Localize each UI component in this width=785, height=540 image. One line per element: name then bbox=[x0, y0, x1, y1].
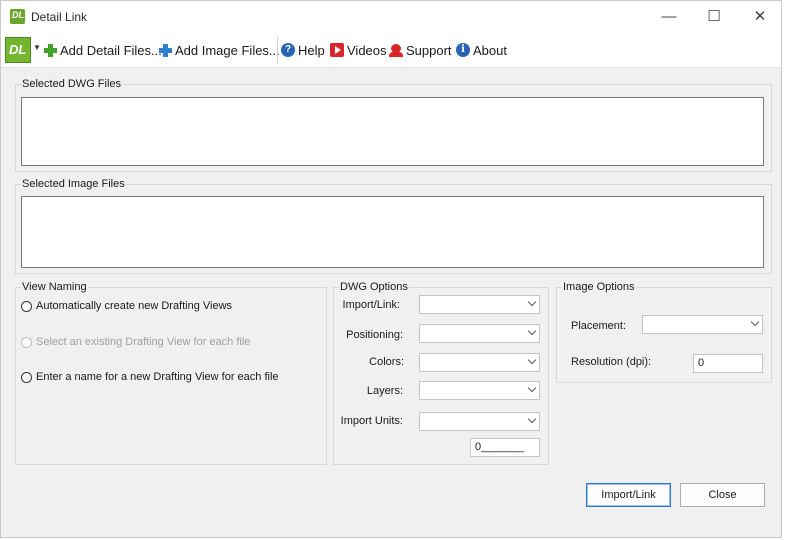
image-files-label: Selected Image Files bbox=[21, 178, 126, 190]
radio-auto-create[interactable]: Automatically create new Drafting Views bbox=[21, 300, 232, 312]
toolbar: DL ▼ Add Detail Files... Add Image Files… bbox=[1, 32, 781, 68]
chevron-down-icon bbox=[527, 297, 537, 307]
import-link-label: Import/Link: bbox=[342, 299, 400, 311]
add-detail-files-button[interactable]: Add Detail Files... bbox=[43, 42, 162, 58]
import-link-button[interactable]: Import/Link bbox=[586, 483, 671, 507]
colors-label: Colors: bbox=[369, 356, 404, 368]
help-button[interactable]: ? Help bbox=[281, 42, 325, 58]
dwg-files-list[interactable] bbox=[21, 97, 764, 166]
help-label: Help bbox=[298, 42, 325, 58]
add-image-files-button[interactable]: Add Image Files... bbox=[158, 42, 280, 58]
dl-menu-button[interactable]: DL bbox=[5, 37, 31, 63]
positioning-label: Positioning: bbox=[346, 329, 403, 341]
minimize-button[interactable]: — bbox=[649, 5, 689, 29]
image-files-list[interactable] bbox=[21, 196, 764, 268]
video-icon bbox=[330, 43, 344, 57]
radio-select-existing: Select an existing Drafting View for eac… bbox=[21, 336, 250, 348]
support-label: Support bbox=[406, 42, 452, 58]
resolution-label: Resolution (dpi): bbox=[571, 356, 652, 368]
maximize-button[interactable]: ☐ bbox=[694, 5, 734, 29]
about-label: About bbox=[473, 42, 507, 58]
app-icon-text: DL bbox=[12, 10, 24, 20]
chevron-down-icon bbox=[527, 355, 537, 365]
videos-button[interactable]: Videos bbox=[330, 42, 387, 58]
placement-label: Placement: bbox=[571, 320, 627, 332]
dl-menu-caret-icon[interactable]: ▼ bbox=[33, 43, 41, 52]
radio-select-existing-label: Select an existing Drafting View for eac… bbox=[36, 336, 251, 348]
dl-logo-text: DL bbox=[9, 42, 27, 57]
radio-circle[interactable] bbox=[21, 300, 32, 312]
import-units-value-input[interactable]: 0_______ bbox=[470, 438, 540, 457]
radio-circle[interactable] bbox=[21, 371, 32, 383]
add-image-files-label: Add Image Files... bbox=[175, 42, 280, 58]
resolution-input[interactable]: 0 bbox=[693, 354, 763, 373]
radio-enter-name-label: Enter a name for a new Drafting View for… bbox=[36, 371, 279, 383]
placement-select[interactable] bbox=[642, 315, 763, 334]
support-button[interactable]: Support bbox=[389, 42, 452, 58]
title-bar: DL Detail Link — ☐ ✕ bbox=[1, 1, 781, 32]
green-plus-icon bbox=[43, 43, 57, 57]
blue-plus-icon bbox=[158, 43, 172, 57]
dwg-files-label: Selected DWG Files bbox=[21, 78, 123, 90]
image-options-label: Image Options bbox=[562, 281, 636, 293]
detail-link-window: DL Detail Link — ☐ ✕ DL ▼ Add Detail Fil… bbox=[0, 0, 782, 538]
chevron-down-icon bbox=[527, 383, 537, 393]
info-icon: i bbox=[456, 43, 470, 57]
positioning-select[interactable] bbox=[419, 324, 540, 343]
chevron-down-icon bbox=[527, 326, 537, 336]
close-window-button[interactable]: ✕ bbox=[740, 5, 780, 29]
import-link-select[interactable] bbox=[419, 295, 540, 314]
app-icon: DL bbox=[10, 9, 25, 24]
view-naming-label: View Naming bbox=[21, 281, 88, 293]
close-button[interactable]: Close bbox=[680, 483, 765, 507]
help-icon: ? bbox=[281, 43, 295, 57]
toolbar-separator bbox=[277, 37, 278, 63]
add-detail-files-label: Add Detail Files... bbox=[60, 42, 162, 58]
import-units-select[interactable] bbox=[419, 412, 540, 431]
chevron-down-icon bbox=[527, 414, 537, 424]
dwg-options-label: DWG Options bbox=[339, 281, 409, 293]
import-units-label: Import Units: bbox=[340, 415, 403, 427]
videos-label: Videos bbox=[347, 42, 387, 58]
radio-auto-create-label: Automatically create new Drafting Views bbox=[36, 300, 233, 312]
radio-enter-name[interactable]: Enter a name for a new Drafting View for… bbox=[21, 371, 279, 383]
support-icon bbox=[389, 43, 403, 57]
radio-circle bbox=[21, 336, 32, 348]
window-title: Detail Link bbox=[31, 10, 88, 24]
layers-select[interactable] bbox=[419, 381, 540, 400]
chevron-down-icon bbox=[750, 317, 760, 327]
layers-label: Layers: bbox=[366, 385, 403, 397]
colors-select[interactable] bbox=[419, 353, 540, 372]
about-button[interactable]: i About bbox=[456, 42, 507, 58]
